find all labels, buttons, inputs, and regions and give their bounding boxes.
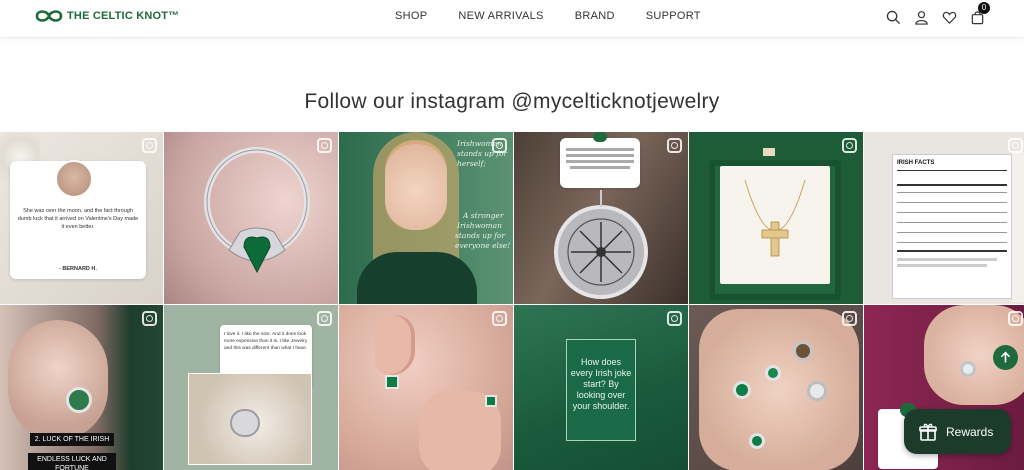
svg-text:everyone else!: everyone else! <box>455 241 510 250</box>
ear-image <box>375 315 415 375</box>
instagram-post[interactable] <box>689 132 863 304</box>
facts-card <box>892 154 1012 299</box>
scroll-to-top-button[interactable] <box>993 345 1018 370</box>
instagram-post[interactable]: 2. LUCK OF THE IRISH ENDLESS LUCK AND FO… <box>0 305 163 470</box>
instagram-icon <box>142 311 157 326</box>
instagram-post[interactable]: She was over the moon, and the fact thro… <box>0 132 163 304</box>
nav-support[interactable]: SUPPORT <box>646 10 701 22</box>
nav-shop[interactable]: SHOP <box>395 10 427 22</box>
caption-badge: 2. LUCK OF THE IRISH <box>30 433 114 446</box>
instagram-icon <box>842 138 857 153</box>
rewards-button[interactable]: Rewards <box>904 409 1011 454</box>
pendant-image <box>230 409 260 437</box>
rewards-label: Rewards <box>946 424 994 439</box>
nav-new-arrivals[interactable]: NEW ARRIVALS <box>458 10 543 22</box>
svg-text:stands up for: stands up for <box>455 231 506 240</box>
instagram-post[interactable] <box>339 305 513 470</box>
arrow-up-icon <box>1000 351 1011 363</box>
instagram-icon <box>1008 138 1023 153</box>
instagram-icon <box>492 138 507 153</box>
instagram-icon <box>667 311 682 326</box>
ring-photo <box>55 160 93 198</box>
instagram-icon <box>317 311 332 326</box>
instagram-icon <box>142 138 157 153</box>
instagram-grid: She was over the moon, and the fact thro… <box>0 132 1024 470</box>
account-icon[interactable] <box>912 8 930 26</box>
svg-text:A stronger: A stronger <box>462 211 504 220</box>
ring-image <box>485 395 497 407</box>
review-quote: I love it. I like the size. And it does … <box>224 332 308 351</box>
nav-brand[interactable]: BRAND <box>575 10 615 22</box>
logo-text: THE CELTIC KNOT™ <box>67 10 180 22</box>
instagram-post[interactable] <box>689 305 863 470</box>
instagram-icon <box>842 311 857 326</box>
ring-image <box>765 365 781 381</box>
section-title: Follow our instagram @myceltick­notjewel… <box>304 90 720 113</box>
facts-title: IRISH FACTS <box>897 160 935 166</box>
instagram-post[interactable] <box>514 132 688 304</box>
review-author: - BERNARD H. <box>59 266 97 272</box>
handwritten-text-image: Irishwomen stands up for herself; A stro… <box>455 139 510 250</box>
svg-text:Irishwoman: Irishwoman <box>456 221 502 230</box>
main-nav: SHOP NEW ARRIVALS BRAND SUPPORT <box>380 10 701 22</box>
viking-compass-pendant-image <box>554 190 648 299</box>
ring-image <box>793 341 813 361</box>
gift-icon <box>919 423 937 441</box>
site-header: THE CELTIC KNOT™ SHOP NEW ARRIVALS BRAND… <box>0 0 1024 38</box>
svg-text:herself;: herself; <box>457 159 486 168</box>
review-quote: She was over the moon, and the fact thro… <box>17 208 139 230</box>
cross-necklace-image <box>744 148 806 257</box>
instagram-icon <box>667 138 682 153</box>
ring-image <box>66 387 92 413</box>
hands-image <box>699 309 859 470</box>
cart-icon[interactable]: 0 <box>968 2 990 26</box>
ring-image <box>733 381 751 399</box>
instagram-icon <box>1008 311 1023 326</box>
ring-image <box>960 361 976 377</box>
sweater-image <box>1012 152 1024 302</box>
celtic-knot-logo-icon <box>35 10 63 22</box>
ring-image <box>807 381 827 401</box>
header-icons: 0 <box>884 2 996 26</box>
instagram-post[interactable]: Irishwomen stands up for herself; A stro… <box>339 132 513 304</box>
logo[interactable]: THE CELTIC KNOT™ <box>34 7 179 25</box>
instagram-icon <box>492 311 507 326</box>
cart-count-badge: 0 <box>978 2 990 14</box>
ring-image <box>749 433 765 449</box>
caption-badge: ENDLESS LUCK AND FORTUNE <box>28 453 116 470</box>
wishlist-icon[interactable] <box>940 8 958 26</box>
claddagh-pendant-image <box>204 147 310 274</box>
instagram-icon <box>317 138 332 153</box>
joke-text: How does every Irish joke start? By look… <box>570 357 632 411</box>
hand-image <box>8 320 108 440</box>
instagram-post[interactable]: IRISH FACTS <box>864 132 1024 304</box>
review-card: She was over the moon, and the fact thro… <box>10 160 146 279</box>
instagram-post[interactable]: I love it. I like the size. And it does … <box>164 305 338 470</box>
search-icon[interactable] <box>884 8 902 26</box>
instagram-post[interactable] <box>164 132 338 304</box>
emerald-earring-image <box>385 375 399 389</box>
instagram-post[interactable]: How does every Irish joke start? By look… <box>514 305 688 470</box>
